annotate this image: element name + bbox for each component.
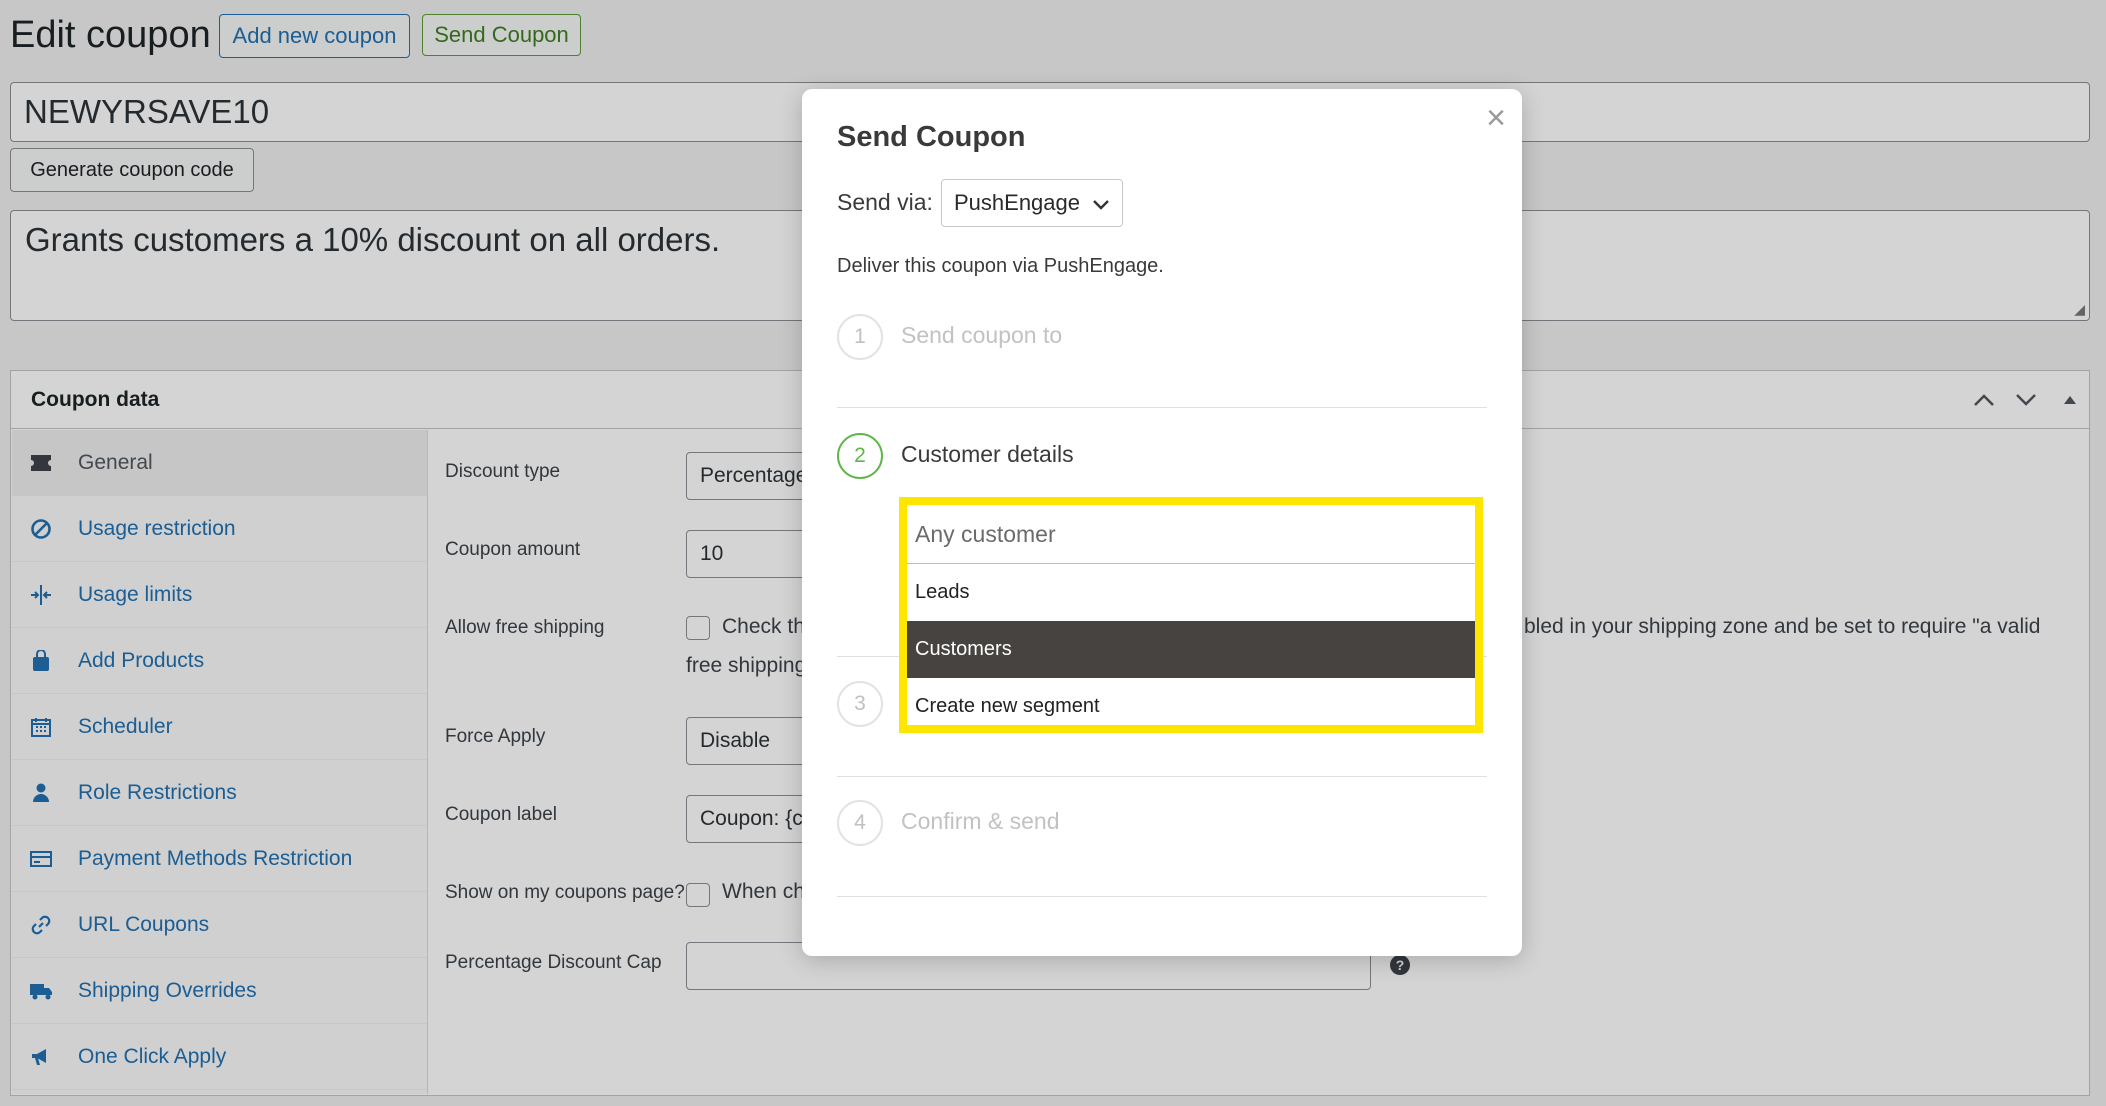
step-1-label[interactable]: Send coupon to xyxy=(901,322,1062,349)
step-4-label[interactable]: Confirm & send xyxy=(901,808,1060,835)
step-3-circle: 3 xyxy=(837,681,883,727)
customer-search-placeholder: Any customer xyxy=(915,520,1056,547)
dropdown-option-leads[interactable]: Leads xyxy=(907,564,1475,621)
step-2-circle: 2 xyxy=(837,433,883,479)
send-via-select[interactable]: PushEngage xyxy=(941,179,1123,227)
customer-dropdown: Any customer Leads Customers Create new … xyxy=(899,497,1483,733)
dropdown-option-customers[interactable]: Customers xyxy=(907,621,1475,678)
step-1-circle: 1 xyxy=(837,314,883,360)
step-divider xyxy=(837,407,1487,408)
step-2-label[interactable]: Customer details xyxy=(901,441,1074,468)
customer-search-input[interactable]: Any customer xyxy=(907,505,1475,564)
send-via-value: PushEngage xyxy=(954,190,1080,215)
step-4-circle: 4 xyxy=(837,800,883,846)
step-divider xyxy=(837,896,1487,897)
dropdown-option-create-segment[interactable]: Create new segment xyxy=(907,678,1475,735)
close-icon[interactable]: × xyxy=(1486,99,1506,138)
send-coupon-modal: Send Coupon × Send via: PushEngage Deliv… xyxy=(802,89,1522,956)
step-divider xyxy=(837,776,1487,777)
chevron-down-icon xyxy=(1093,200,1109,210)
send-via-label: Send via: xyxy=(837,189,933,215)
modal-description: Deliver this coupon via PushEngage. xyxy=(837,255,1164,277)
modal-title: Send Coupon xyxy=(837,121,1026,153)
